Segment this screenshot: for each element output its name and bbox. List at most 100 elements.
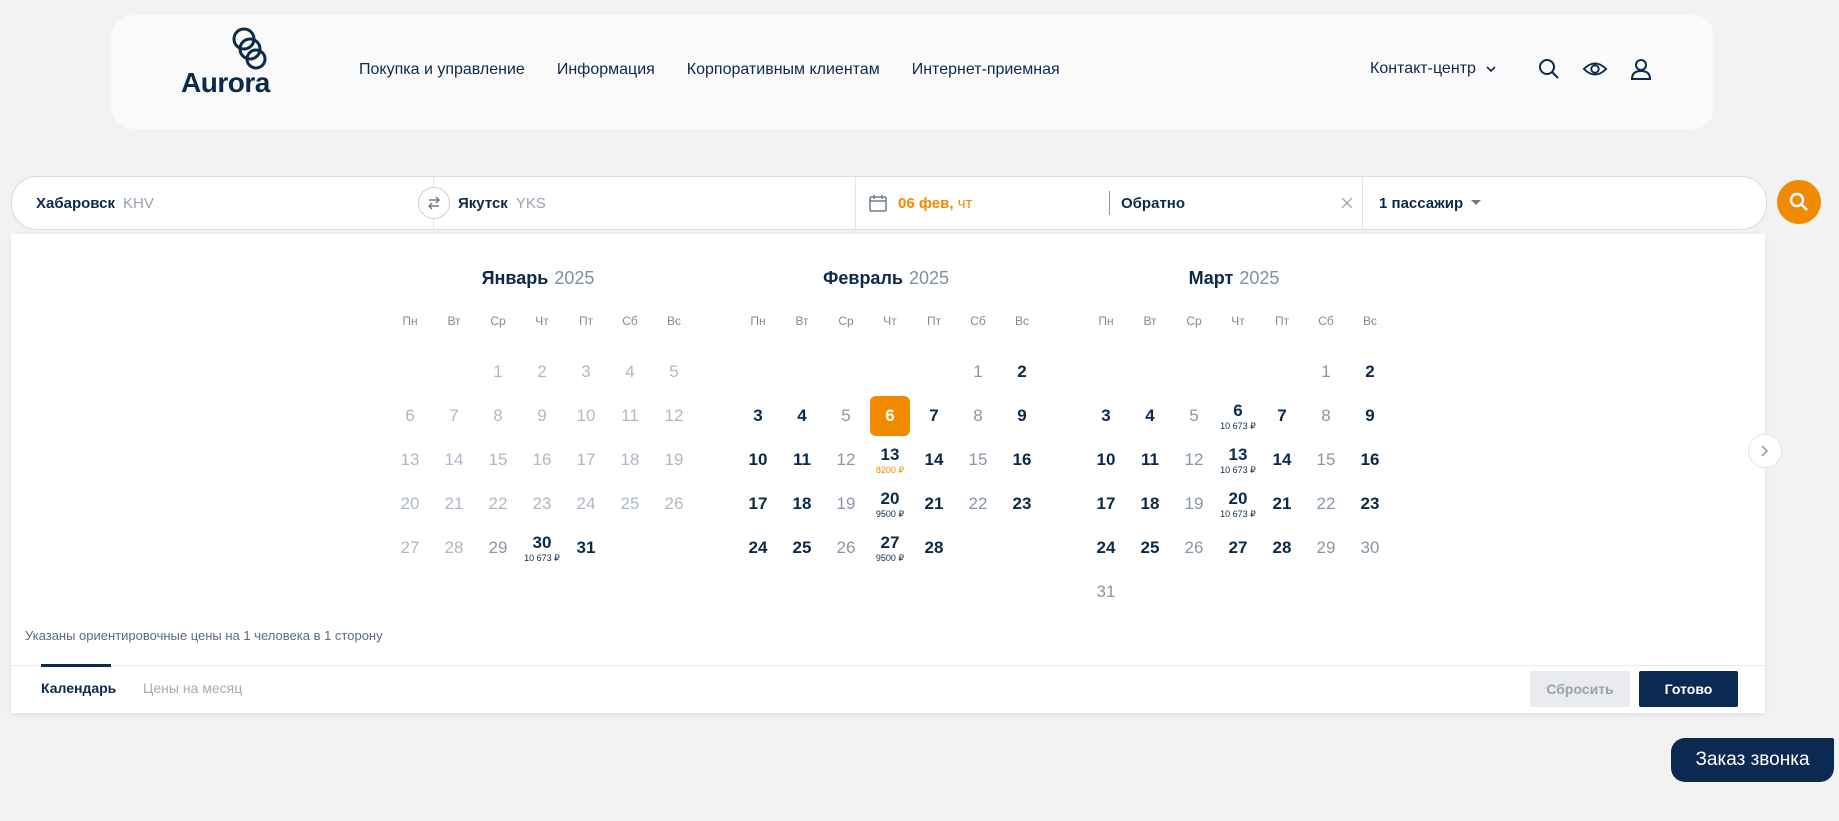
day-cell[interactable]: 3	[736, 394, 780, 438]
day-cell[interactable]: 1	[1304, 350, 1348, 394]
day-cell[interactable]: 22	[1304, 482, 1348, 526]
day-cell[interactable]: 21	[1260, 482, 1304, 526]
day-cell[interactable]: 22	[956, 482, 1000, 526]
day-cell[interactable]: 8	[956, 394, 1000, 438]
day-cell[interactable]: 2	[1348, 350, 1392, 394]
day-cell[interactable]: 1	[956, 350, 1000, 394]
day-cell[interactable]: 17	[736, 482, 780, 526]
day-cell[interactable]: 14	[1260, 438, 1304, 482]
search-button[interactable]	[1777, 180, 1821, 224]
day-cell[interactable]: 5	[824, 394, 868, 438]
day-cell[interactable]: 12	[1172, 438, 1216, 482]
nav-item-corporate[interactable]: Корпоративным клиентам	[687, 61, 880, 79]
day-number: 4	[625, 362, 635, 381]
day-cell[interactable]: 24	[736, 526, 780, 570]
day-cell[interactable]: 18	[1128, 482, 1172, 526]
swap-button[interactable]	[418, 187, 450, 219]
nav-item-reception[interactable]: Интернет-приемная	[912, 61, 1060, 79]
day-cell: 8	[476, 394, 520, 438]
day-cell[interactable]: 7	[912, 394, 956, 438]
day-cell[interactable]: 14	[912, 438, 956, 482]
day-number: 17	[748, 494, 768, 513]
day-number: 11	[621, 406, 639, 425]
clear-return-button[interactable]	[1341, 177, 1353, 229]
day-cell[interactable]: 29	[476, 526, 520, 570]
day-cell[interactable]: 10	[736, 438, 780, 482]
nav-item-info[interactable]: Информация	[557, 61, 655, 79]
day-cell[interactable]: 6 10 673 ₽	[1216, 394, 1260, 438]
day-cell[interactable]: 31	[564, 526, 608, 570]
day-cell[interactable]: 25	[1128, 526, 1172, 570]
tab-calendar[interactable]: Календарь	[41, 680, 116, 696]
passengers-dropdown[interactable]: 1 пассажир	[1379, 177, 1482, 229]
contact-center-dropdown[interactable]: Контакт-центр	[1370, 60, 1496, 78]
day-number: 19	[664, 450, 684, 469]
day-cell[interactable]: 24	[1084, 526, 1128, 570]
day-cell[interactable]: 16	[1348, 438, 1392, 482]
day-cell[interactable]: 4	[1128, 394, 1172, 438]
day-cell[interactable]: 30	[1348, 526, 1392, 570]
day-cell[interactable]: 26	[1172, 526, 1216, 570]
reset-button[interactable]: Сбросить	[1530, 671, 1630, 707]
day-cell[interactable]: 30 10 673 ₽	[520, 526, 564, 570]
day-cell[interactable]: 16	[1000, 438, 1044, 482]
accessibility-eye-icon[interactable]	[1582, 56, 1608, 82]
done-button[interactable]: Готово	[1639, 671, 1738, 707]
day-cell[interactable]: 15	[956, 438, 1000, 482]
day-cell[interactable]: 8	[1304, 394, 1348, 438]
user-icon[interactable]	[1628, 56, 1654, 82]
day-cell[interactable]: 28	[912, 526, 956, 570]
day-number: 5	[841, 406, 851, 425]
day-cell[interactable]: 31	[1084, 570, 1128, 614]
day-cell[interactable]: 13 8200 ₽	[868, 438, 912, 482]
to-field[interactable]: Якутск YKS	[458, 177, 546, 229]
from-field[interactable]: Хабаровск KHV	[36, 177, 154, 229]
return-date-field[interactable]: Обратно	[1121, 177, 1185, 229]
day-number: 21	[444, 494, 464, 513]
search-icon[interactable]	[1536, 56, 1562, 82]
day-cell[interactable]: 21	[912, 482, 956, 526]
day-cell[interactable]: 23	[1000, 482, 1044, 526]
day-cell[interactable]: 23	[1348, 482, 1392, 526]
day-cell[interactable]: 2	[1000, 350, 1044, 394]
day-number: 15	[968, 450, 988, 469]
day-cell[interactable]: 15	[1304, 438, 1348, 482]
tab-month-prices[interactable]: Цены на месяц	[143, 680, 242, 696]
day-cell[interactable]: 19	[824, 482, 868, 526]
day-number: 28	[924, 538, 944, 557]
day-cell[interactable]: 25	[780, 526, 824, 570]
day-cell[interactable]: 12	[824, 438, 868, 482]
day-cell[interactable]: 9	[1000, 394, 1044, 438]
day-cell-selected[interactable]: 6	[870, 396, 910, 436]
day-cell[interactable]: 19	[1172, 482, 1216, 526]
day-number: 23	[1360, 494, 1380, 513]
day-cell[interactable]: 11	[780, 438, 824, 482]
day-cell[interactable]: 27	[1216, 526, 1260, 570]
day-cell[interactable]: 5	[1172, 394, 1216, 438]
day-cell[interactable]: 29	[1304, 526, 1348, 570]
flight-search-bar: Хабаровск KHV Якутск YKS 06 фев, чт Обра…	[11, 176, 1767, 230]
day-cell[interactable]: 4	[780, 394, 824, 438]
day-cell[interactable]: 17	[1084, 482, 1128, 526]
day-cell[interactable]: 7	[1260, 394, 1304, 438]
day-cell[interactable]: 11	[1128, 438, 1172, 482]
callback-request-button[interactable]: Заказ звонка	[1671, 738, 1834, 782]
day-cell[interactable]: 27 9500 ₽	[868, 526, 912, 570]
nav-item-purchase[interactable]: Покупка и управление	[359, 61, 525, 79]
day-number: 2	[1365, 362, 1375, 381]
day-price: 10 673 ₽	[1220, 509, 1256, 519]
day-cell[interactable]: 28	[1260, 526, 1304, 570]
day-cell[interactable]: 3	[1084, 394, 1128, 438]
day-cell[interactable]: 13 10 673 ₽	[1216, 438, 1260, 482]
day-number: 24	[576, 494, 596, 513]
day-cell[interactable]: 9	[1348, 394, 1392, 438]
day-cell[interactable]: 20 10 673 ₽	[1216, 482, 1260, 526]
depart-date-field[interactable]: 06 фев, чт	[868, 177, 972, 229]
aurora-logo[interactable]: Aurora	[181, 25, 281, 105]
divider	[11, 665, 1765, 666]
day-cell[interactable]: 26	[824, 526, 868, 570]
day-cell[interactable]: 10	[1084, 438, 1128, 482]
next-month-button[interactable]	[1748, 434, 1782, 468]
day-cell[interactable]: 20 9500 ₽	[868, 482, 912, 526]
day-cell[interactable]: 18	[780, 482, 824, 526]
